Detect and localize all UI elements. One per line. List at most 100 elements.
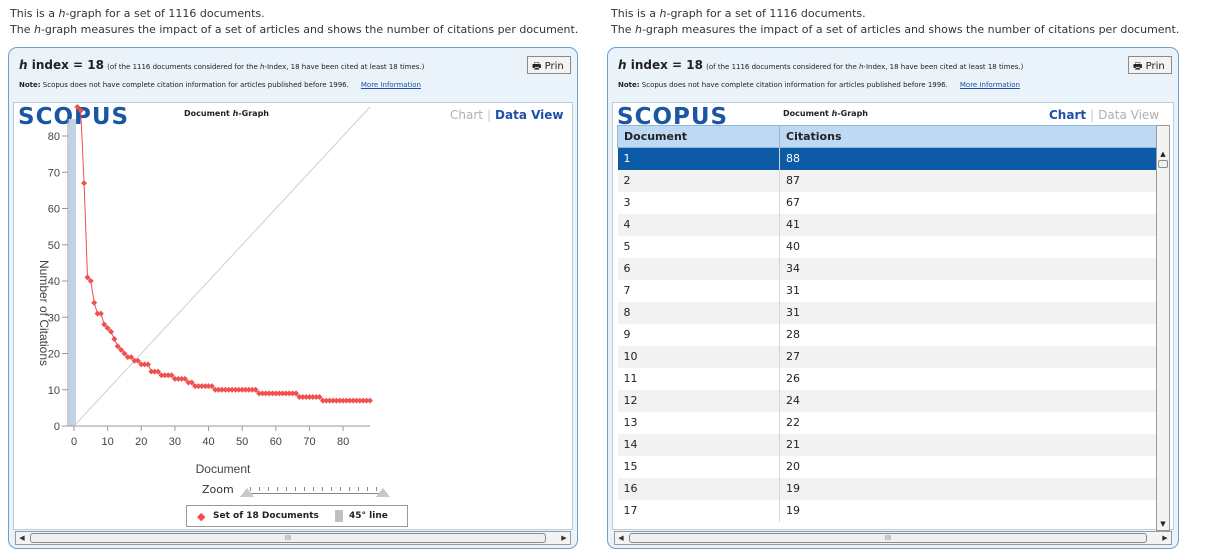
table-row[interactable]: 13 22 [617, 411, 1161, 434]
table-row[interactable]: 2 87 [617, 169, 1161, 192]
chart-legend: ◆ Set of 18 Documents 45° line [186, 505, 408, 527]
cell-citations: 31 [779, 301, 1161, 324]
chart-view-tab[interactable]: Chart [1049, 108, 1086, 122]
cell-document: 14 [617, 433, 780, 456]
y-tick-label: 50 [48, 240, 60, 252]
table-row[interactable]: 4 41 [617, 213, 1161, 236]
cell-document: 8 [617, 301, 780, 324]
cell-citations: 19 [779, 499, 1161, 522]
x-tick-label: 60 [270, 436, 282, 448]
data-point [91, 299, 98, 306]
table-row[interactable]: 16 19 [617, 477, 1161, 500]
table-row[interactable]: 8 31 [617, 301, 1161, 324]
cell-document: 4 [617, 213, 780, 236]
y-tick-label: 30 [48, 312, 60, 324]
column-header-document[interactable]: Document [617, 125, 780, 148]
cell-document: 13 [617, 411, 780, 434]
series-line [77, 106, 370, 402]
line-swatch-icon [335, 510, 343, 522]
scrollbar-thumb[interactable]: III [629, 533, 1147, 543]
intro-line-2: The h-graph measures the impact of a set… [611, 23, 1180, 36]
table-row[interactable]: 5 40 [617, 235, 1161, 258]
x-tick-label: 10 [102, 436, 114, 448]
table-row[interactable]: 1 88 [617, 147, 1161, 170]
data-point [81, 180, 88, 187]
cell-citations: 20 [779, 455, 1161, 478]
scroll-down-icon[interactable]: ▼ [1157, 518, 1169, 530]
table-row[interactable]: 14 21 [617, 433, 1161, 456]
zoom-slider[interactable] [240, 487, 390, 497]
cell-document: 7 [617, 279, 780, 302]
h-index-value: 18 [686, 58, 703, 72]
diamond-marker-icon: ◆ [197, 510, 206, 523]
table-row[interactable]: 9 28 [617, 323, 1161, 346]
cell-document: 17 [617, 499, 780, 522]
more-information-link[interactable]: More Information [361, 81, 421, 89]
scroll-up-icon[interactable]: ▲ [1157, 148, 1169, 160]
zoom-label: Zoom [202, 483, 234, 496]
data-point [111, 336, 118, 342]
note-line: Note: Scopus does not have complete cita… [618, 81, 1020, 89]
table-row[interactable]: 11 26 [617, 367, 1161, 390]
h-index-value: 18 [87, 58, 104, 72]
horizontal-scrollbar[interactable]: ◀ III ▶ [614, 531, 1172, 545]
cell-document: 15 [617, 455, 780, 478]
citations-table: Document Citations 1 88 2 87 3 67 4 41 5 40 6 34 7 31… [617, 125, 1161, 522]
cell-citations: 21 [779, 433, 1161, 456]
x-tick-label: 70 [303, 436, 315, 448]
cell-citations: 28 [779, 323, 1161, 346]
cell-citations: 67 [779, 191, 1161, 214]
table-row[interactable]: 17 19 [617, 499, 1161, 522]
table-row[interactable]: 3 67 [617, 191, 1161, 214]
cell-document: 9 [617, 323, 780, 346]
data-view-tab[interactable]: Data View [1098, 108, 1159, 122]
cell-document: 16 [617, 477, 780, 500]
x-axis-label: Document [196, 462, 251, 476]
column-header-citations[interactable]: Citations [779, 125, 1161, 148]
h-index-bar [69, 119, 76, 426]
intro-left: This is a h-graph for a set of 1116 docu… [10, 6, 578, 38]
scroll-left-icon[interactable]: ◀ [16, 532, 28, 544]
intro-line-1: This is a h-graph for a set of 1116 docu… [611, 7, 866, 20]
scroll-right-icon[interactable]: ▶ [558, 532, 570, 544]
print-button[interactable]: 🖶 Prin [527, 56, 571, 74]
x-tick-label: 30 [169, 436, 181, 448]
cell-citations: 24 [779, 389, 1161, 412]
scrollbar-thumb[interactable]: III [30, 533, 546, 543]
h-graph-chart: Number of Citations Document 01020304050… [37, 104, 373, 476]
view-switch: Chart | Data View [1049, 108, 1160, 122]
table-row[interactable]: 10 27 [617, 345, 1161, 368]
print-button[interactable]: 🖶 Prin [1128, 56, 1172, 74]
x-tick-label: 50 [236, 436, 248, 448]
h-index-line: h index = 18 (of the 1116 documents cons… [19, 58, 425, 72]
vertical-scrollbar-thumb[interactable] [1158, 160, 1168, 168]
table-row[interactable]: 12 24 [617, 389, 1161, 412]
cell-document: 11 [617, 367, 780, 390]
scroll-left-icon[interactable]: ◀ [615, 532, 627, 544]
x-tick-label: 80 [337, 436, 349, 448]
cell-document: 3 [617, 191, 780, 214]
table-row[interactable]: 15 20 [617, 455, 1161, 478]
more-information-link[interactable]: More Information [960, 81, 1020, 89]
cell-citations: 87 [779, 169, 1161, 192]
scroll-right-icon[interactable]: ▶ [1159, 532, 1171, 544]
y-tick-label: 20 [48, 349, 60, 361]
data-point [97, 310, 104, 317]
data-view-area: SCOPUS Document h-Graph Chart | Data View … [612, 102, 1174, 531]
y-tick-label: 60 [48, 204, 60, 216]
cell-citations: 41 [779, 213, 1161, 236]
h-index-line: h index = 18 (of the 1116 documents cons… [618, 58, 1024, 72]
data-point [367, 397, 373, 404]
table-row[interactable]: 7 31 [617, 279, 1161, 302]
horizontal-scrollbar[interactable]: ◀ III ▶ [15, 531, 571, 545]
y-tick-label: 70 [48, 167, 60, 179]
intro-line-2: The h-graph measures the impact of a set… [10, 23, 579, 36]
vertical-scrollbar[interactable]: ▲ ▼ [1156, 125, 1170, 531]
cell-citations: 19 [779, 477, 1161, 500]
y-tick-label: 10 [48, 385, 60, 397]
table-row[interactable]: 6 34 [617, 257, 1161, 280]
legend-line-label: 45° line [349, 511, 388, 521]
cell-citations: 34 [779, 257, 1161, 280]
x-tick-label: 20 [135, 436, 147, 448]
cell-citations: 31 [779, 279, 1161, 302]
